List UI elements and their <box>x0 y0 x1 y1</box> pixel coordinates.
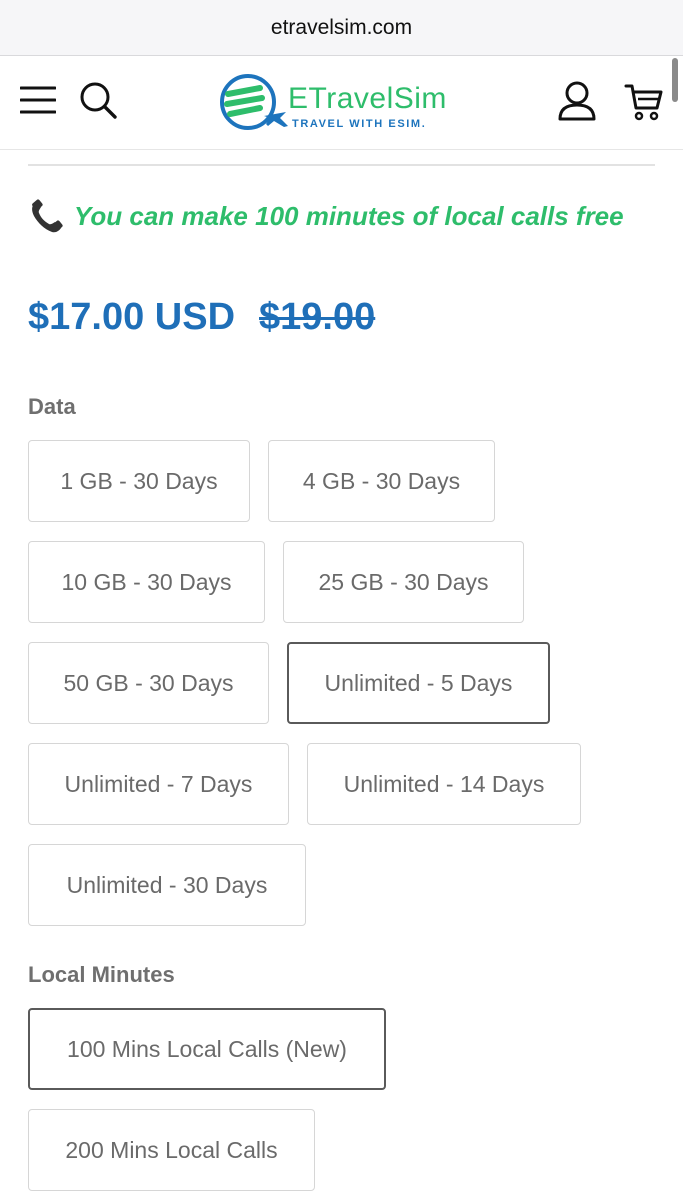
search-button[interactable] <box>78 80 118 120</box>
option-data-1gb-30days[interactable]: 1 GB - 30 Days <box>28 440 250 522</box>
compare-price: $19.00 <box>259 295 376 338</box>
option-data-25gb-30days[interactable]: 25 GB - 30 Days <box>283 541 524 623</box>
account-button[interactable] <box>556 80 598 122</box>
option-data-4gb-30days[interactable]: 4 GB - 30 Days <box>268 440 495 522</box>
data-option-label: Data <box>28 394 76 419</box>
promo-text: You can make 100 minutes of local calls … <box>74 200 624 231</box>
price-row: $17.00 USD $19.00 <box>28 290 375 344</box>
url-text: etravelsim.com <box>270 15 413 39</box>
option-data-unlimited-14days[interactable]: Unlimited - 14 Days <box>307 743 581 825</box>
option-data-unlimited-7days[interactable]: Unlimited - 7 Days <box>28 743 289 825</box>
local-minutes-label: Local Minutes <box>28 962 175 987</box>
cart-icon <box>624 84 663 121</box>
option-data-unlimited-5days[interactable]: Unlimited - 5 Days <box>287 642 550 724</box>
option-data-unlimited-30days[interactable]: Unlimited - 30 Days <box>28 844 306 926</box>
browser-address-bar[interactable]: etravelsim.com <box>0 0 683 56</box>
site-logo[interactable]: ETravelSim TRAVEL WITH ESIM. <box>218 68 468 136</box>
phone-icon <box>32 199 63 233</box>
divider <box>28 164 655 166</box>
sale-price: $17.00 USD <box>28 295 236 338</box>
logo-wordmark: ETravelSim <box>288 82 447 115</box>
promo-banner: You can make 100 minutes of local calls … <box>28 196 624 236</box>
option-data-10gb-30days[interactable]: 10 GB - 30 Days <box>28 541 265 623</box>
logo-tagline: TRAVEL WITH ESIM. <box>292 118 427 130</box>
search-icon <box>80 82 117 119</box>
menu-button[interactable] <box>19 84 57 116</box>
site-header: ETravelSim TRAVEL WITH ESIM. <box>0 56 683 150</box>
page-scrollbar[interactable] <box>672 58 678 102</box>
logo-globe-plane-icon <box>220 74 288 130</box>
option-data-50gb-30days[interactable]: 50 GB - 30 Days <box>28 642 269 724</box>
option-minutes-100[interactable]: 100 Mins Local Calls (New) <box>28 1008 386 1090</box>
account-icon <box>558 81 596 121</box>
option-minutes-200[interactable]: 200 Mins Local Calls <box>28 1109 315 1191</box>
menu-icon <box>19 86 57 114</box>
cart-button[interactable] <box>624 82 664 122</box>
